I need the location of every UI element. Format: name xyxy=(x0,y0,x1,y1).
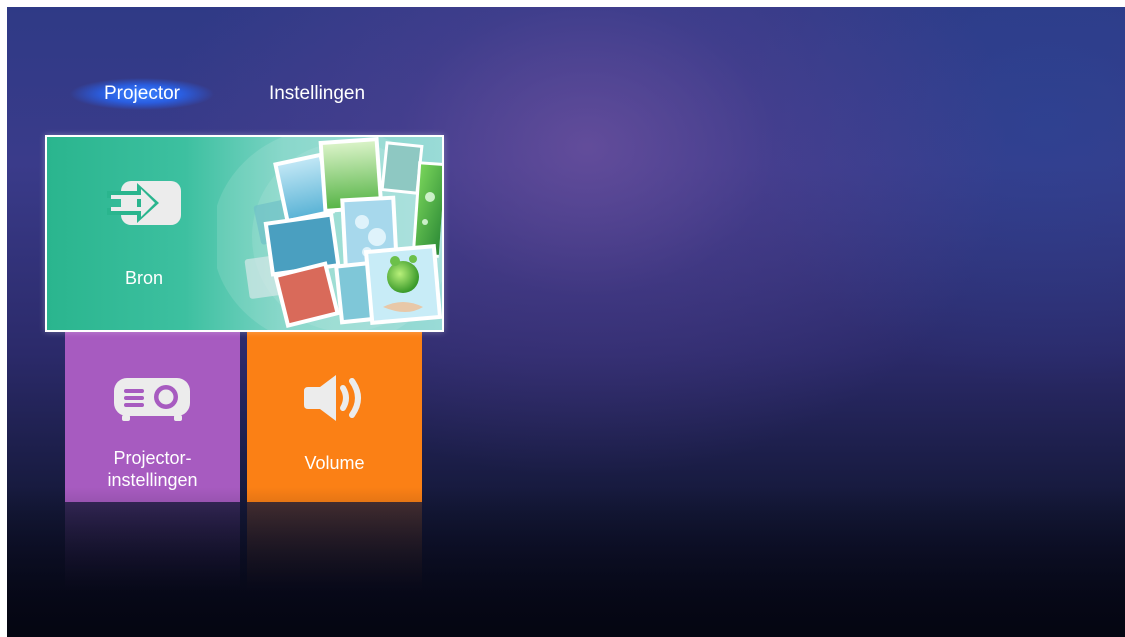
launcher-screen: Projector Instellingen Bron Projector- i… xyxy=(7,7,1125,637)
source-tile[interactable]: Bron xyxy=(45,135,444,332)
tab-projector[interactable]: Projector xyxy=(67,75,217,113)
media-collage-image xyxy=(217,137,442,330)
projector-icon xyxy=(114,378,190,421)
tab-settings[interactable]: Instellingen xyxy=(252,75,382,113)
volume-tile-reflection xyxy=(247,502,422,592)
projector-settings-label: Projector- instellingen xyxy=(65,447,240,491)
projector-settings-label-line2: instellingen xyxy=(107,470,198,490)
tab-projector-label: Projector xyxy=(103,83,181,104)
tab-settings-label: Instellingen xyxy=(268,83,366,104)
projector-settings-label-line1: Projector- xyxy=(113,448,192,468)
volume-tile[interactable]: Volume xyxy=(247,331,422,502)
speaker-icon xyxy=(304,375,361,421)
source-tile-label: Bron xyxy=(124,268,164,288)
projector-settings-tile[interactable]: Projector- instellingen xyxy=(65,331,240,502)
input-source-icon xyxy=(107,181,181,225)
projector-tile-reflection xyxy=(65,502,240,592)
volume-tile-label: Volume xyxy=(304,453,365,473)
